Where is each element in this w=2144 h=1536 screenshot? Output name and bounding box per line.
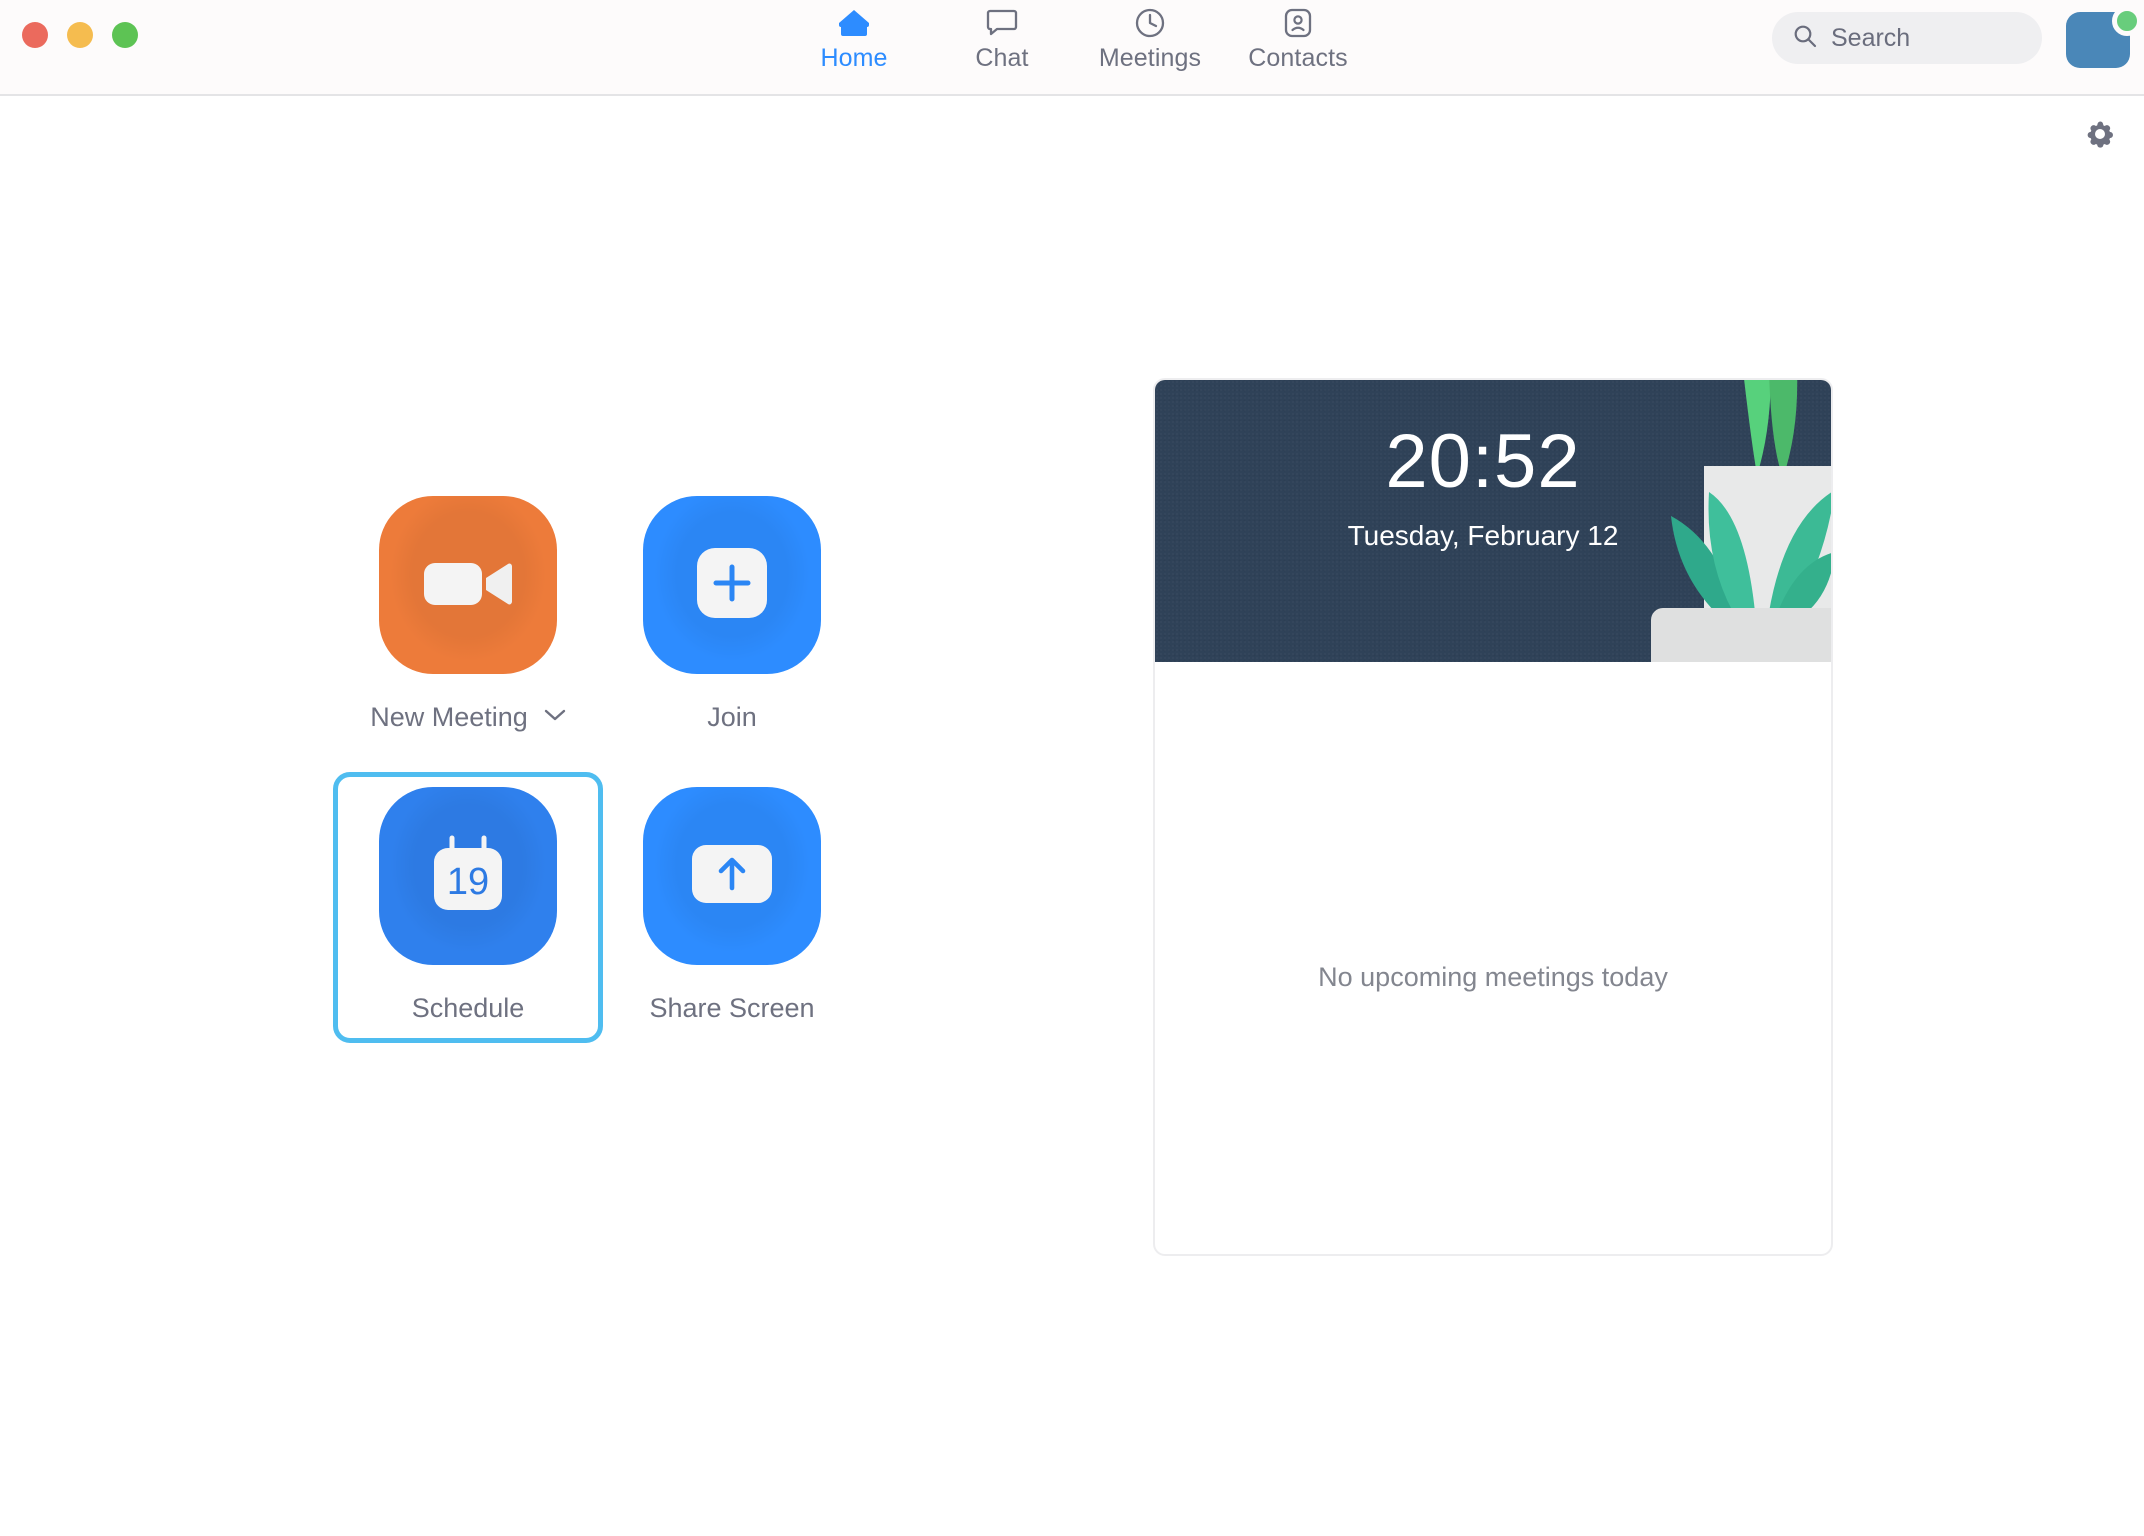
share-screen-tile [643,787,821,965]
share-screen-label-row: Share Screen [649,993,814,1024]
current-time: 20:52 [1385,419,1581,504]
settings-button[interactable] [2080,116,2120,156]
account-avatar-area [2066,6,2144,68]
new-meeting-button[interactable]: New Meeting [336,484,600,749]
zoom-app-window: Home Chat Meetings Contacts Search New M… [0,0,2144,1536]
video-camera-icon [420,551,516,620]
tab-contacts[interactable]: Contacts [1224,0,1372,73]
tab-home[interactable]: Home [780,0,928,73]
calendar-icon: 19 [422,828,514,925]
share-screen-up-arrow-icon [689,842,775,911]
tab-home-label: Home [820,44,888,72]
join-label-row: Join [707,702,757,733]
search-box[interactable] [1772,12,2042,64]
current-date: Tuesday, February 12 [1347,520,1619,551]
home-icon [837,6,871,40]
minimize-window-button[interactable] [67,22,93,48]
tab-chat-label: Chat [975,44,1029,72]
schedule-tile: 19 [379,787,557,965]
join-button[interactable]: Join [600,484,864,749]
join-tile [643,496,821,674]
join-label: Join [707,702,757,732]
new-meeting-label-row: New Meeting [370,702,566,733]
quick-actions-row-1: New Meeting Join [336,484,896,749]
window-controls [22,22,138,48]
calendar-day-number: 19 [447,861,489,903]
schedule-label-row: Schedule [412,993,525,1024]
plus-icon [693,544,771,627]
chevron-down-icon[interactable] [544,708,566,727]
upcoming-meetings-card: 20:52 Tuesday, February 12 No upcoming m… [1153,378,1833,1256]
schedule-button[interactable]: 19 Schedule [333,772,603,1043]
tab-meetings[interactable]: Meetings [1076,0,1224,73]
quick-actions-row-2: 19 Schedule Share Screen [333,772,896,1043]
share-screen-button[interactable]: Share Screen [600,775,864,1040]
schedule-label: Schedule [411,993,525,1023]
chat-bubble-icon [986,6,1018,40]
upcoming-meetings-list: No upcoming meetings today [1155,662,1831,1254]
quick-actions-grid: New Meeting Join 19 Schedule Share Scree… [333,484,896,1043]
status-badge-available [2112,6,2142,36]
tab-meetings-label: Meetings [1098,44,1202,72]
tab-contacts-label: Contacts [1248,44,1348,72]
title-bar: Home Chat Meetings Contacts Search [0,0,2144,96]
no-meetings-message: No upcoming meetings today [1318,962,1668,992]
close-window-button[interactable] [22,22,48,48]
search-input[interactable] [1831,23,2021,53]
gear-icon [2083,117,2117,156]
tab-chat[interactable]: Chat [928,0,1076,73]
main-navigation-tabs: Home Chat Meetings Contacts [780,0,1372,96]
maximize-window-button[interactable] [112,22,138,48]
clock-icon [1134,6,1166,40]
new-meeting-tile [379,496,557,674]
contact-card-icon [1284,6,1312,40]
search-icon [1792,23,1818,54]
new-meeting-label: New Meeting [370,702,528,732]
share-screen-label: Share Screen [649,993,815,1023]
clock-banner: 20:52 Tuesday, February 12 [1155,380,1831,662]
